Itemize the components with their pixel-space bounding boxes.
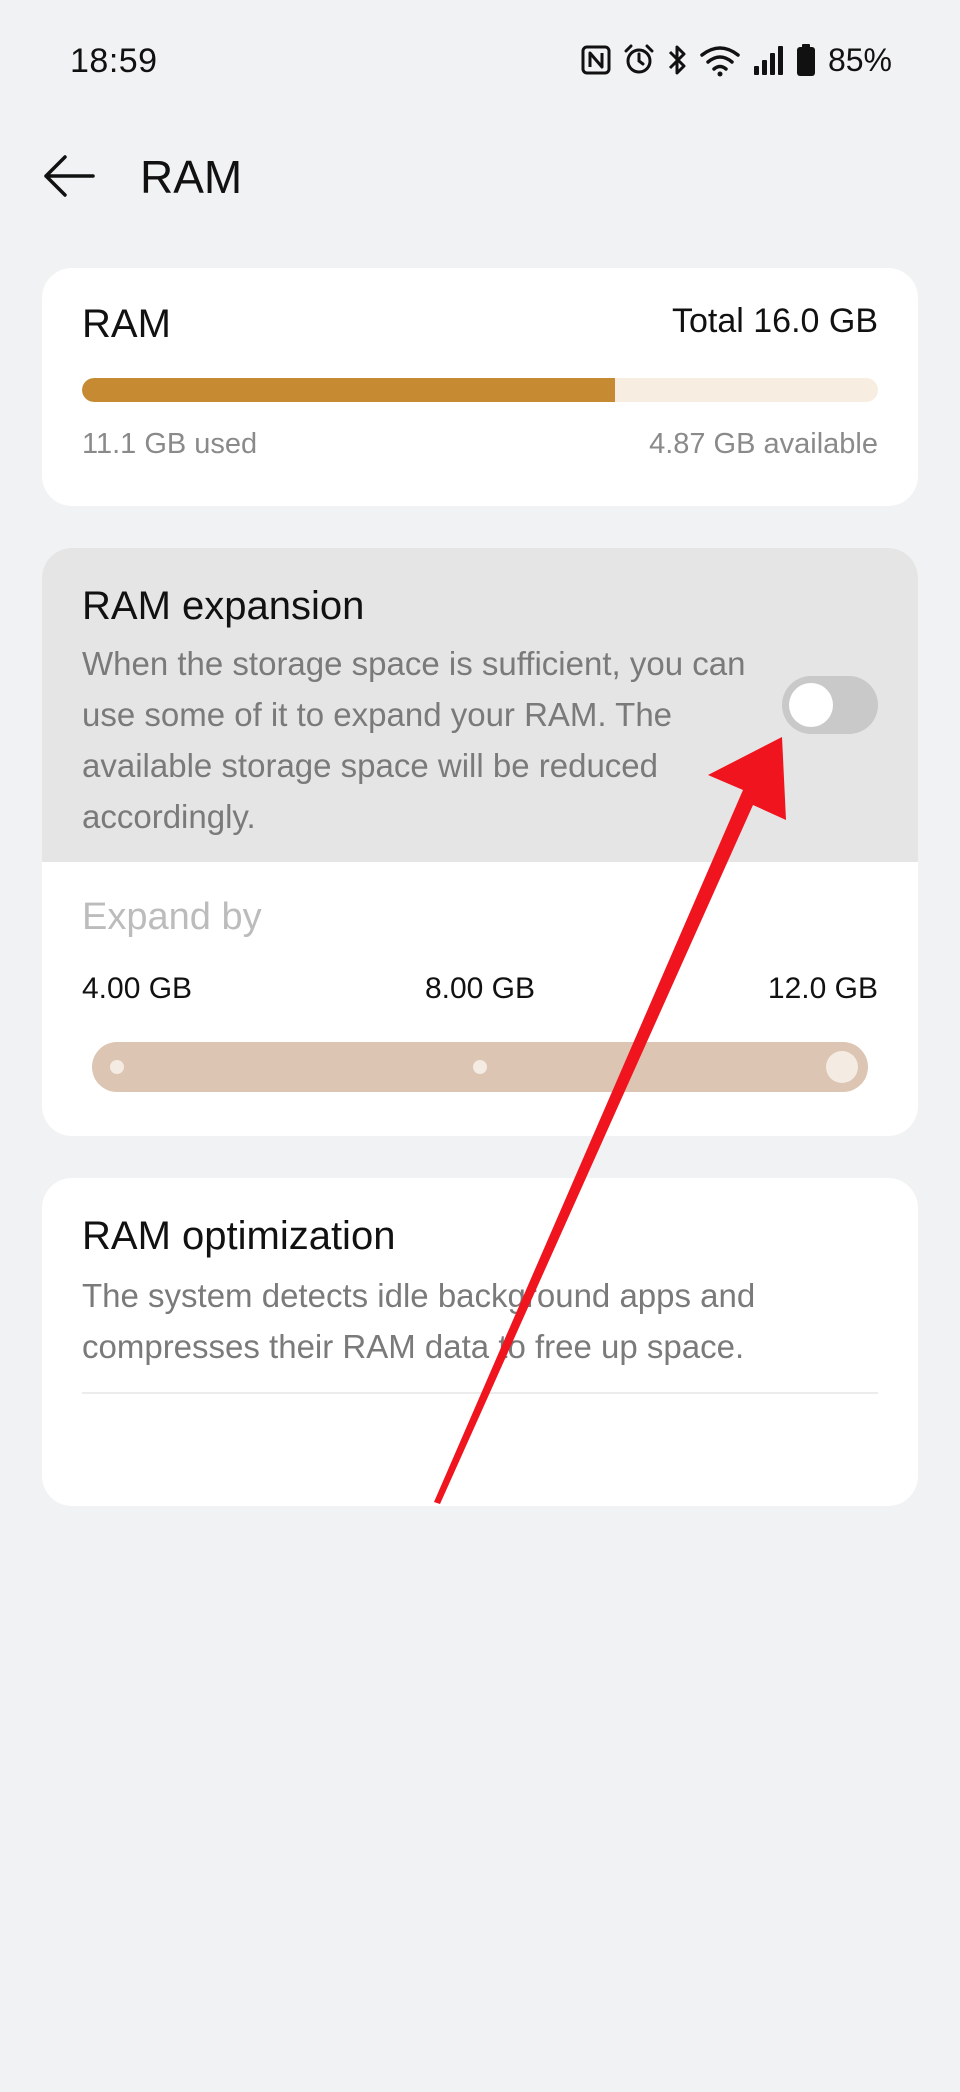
slider-stop-4gb bbox=[110, 1060, 124, 1074]
ram-optimization-card[interactable]: RAM optimization The system detects idle… bbox=[42, 1178, 918, 1506]
expand-by-label: Expand by bbox=[82, 896, 262, 938]
app-header: RAM bbox=[0, 124, 960, 224]
divider bbox=[82, 1392, 878, 1394]
ram-available: 4.87 GB available bbox=[649, 428, 878, 460]
ram-usage-bar-fill bbox=[82, 378, 616, 402]
ram-expansion-card: RAM expansion When the storage space is … bbox=[42, 548, 918, 1136]
slider-thumb[interactable] bbox=[826, 1051, 858, 1083]
expand-by-slider[interactable] bbox=[92, 1042, 868, 1092]
slider-stop-8gb bbox=[473, 1060, 487, 1074]
ram-expansion-toggle[interactable] bbox=[782, 676, 878, 734]
battery-percentage: 85% bbox=[827, 41, 892, 78]
ram-expansion-toggle-row[interactable]: RAM expansion When the storage space is … bbox=[42, 548, 918, 862]
ram-usage-card: RAM Total 16.0 GB 11.1 GB used 4.87 GB a… bbox=[42, 268, 918, 506]
toggle-knob bbox=[789, 683, 833, 727]
nfc-icon bbox=[580, 44, 612, 76]
ram-expansion-title: RAM expansion bbox=[82, 584, 365, 628]
status-icons: 85% bbox=[580, 40, 892, 80]
signal-icon bbox=[752, 44, 786, 76]
ram-used: 11.1 GB used bbox=[82, 428, 258, 460]
ram-total: Total 16.0 GB bbox=[671, 302, 878, 340]
back-button[interactable] bbox=[34, 148, 104, 204]
bluetooth-icon bbox=[666, 43, 688, 77]
page-title: RAM bbox=[140, 151, 243, 203]
alarm-icon bbox=[622, 43, 656, 77]
wifi-icon bbox=[698, 43, 742, 77]
status-time: 18:59 bbox=[70, 42, 158, 80]
ram-label: RAM bbox=[82, 302, 171, 346]
arrow-left-icon bbox=[44, 155, 95, 197]
expand-option-12gb: 12.0 GB bbox=[767, 972, 878, 1005]
ram-optimization-title: RAM optimization bbox=[82, 1214, 396, 1258]
battery-icon bbox=[796, 43, 816, 77]
ram-usage-bar bbox=[82, 378, 878, 402]
ram-optimization-description: The system detects idle background apps … bbox=[82, 1277, 756, 1365]
status-bar: 18:59 85% bbox=[0, 0, 960, 124]
ram-expansion-description: When the storage space is sufficient, yo… bbox=[82, 645, 746, 835]
